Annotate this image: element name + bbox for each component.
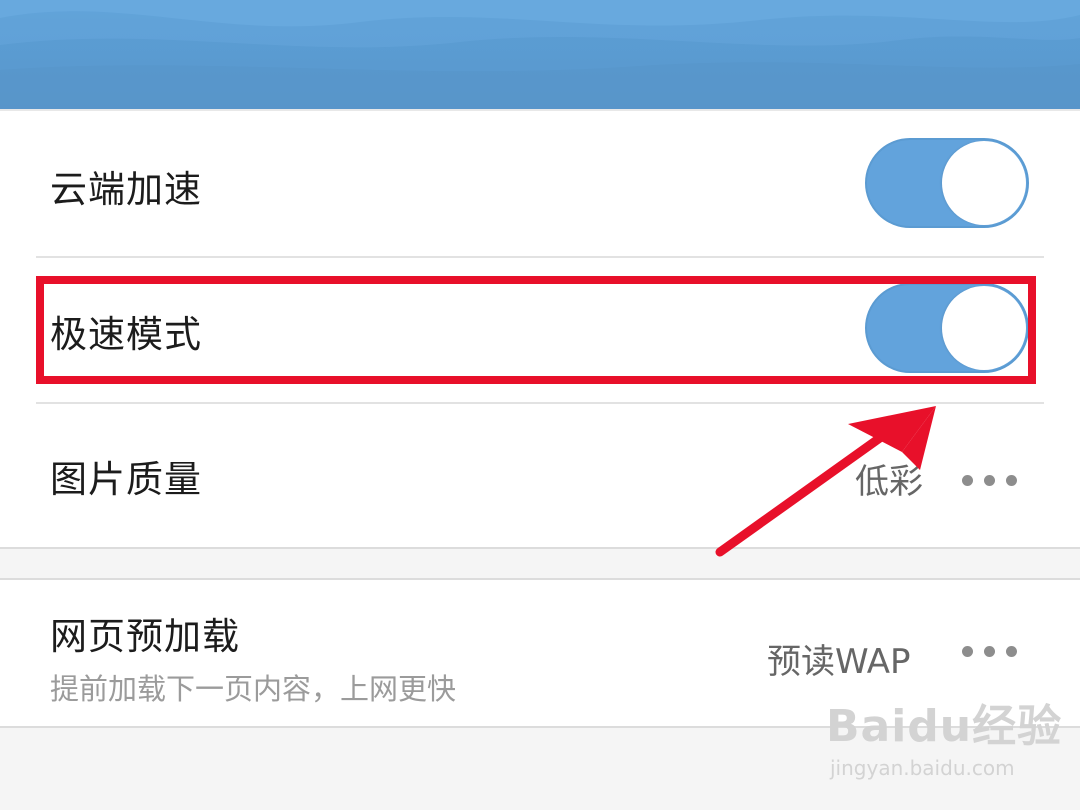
watermark-url: jingyan.baidu.com [830,756,1015,780]
watermark-brand: Baidu经验 [826,701,1063,752]
annotation-arrow-icon [715,406,936,557]
